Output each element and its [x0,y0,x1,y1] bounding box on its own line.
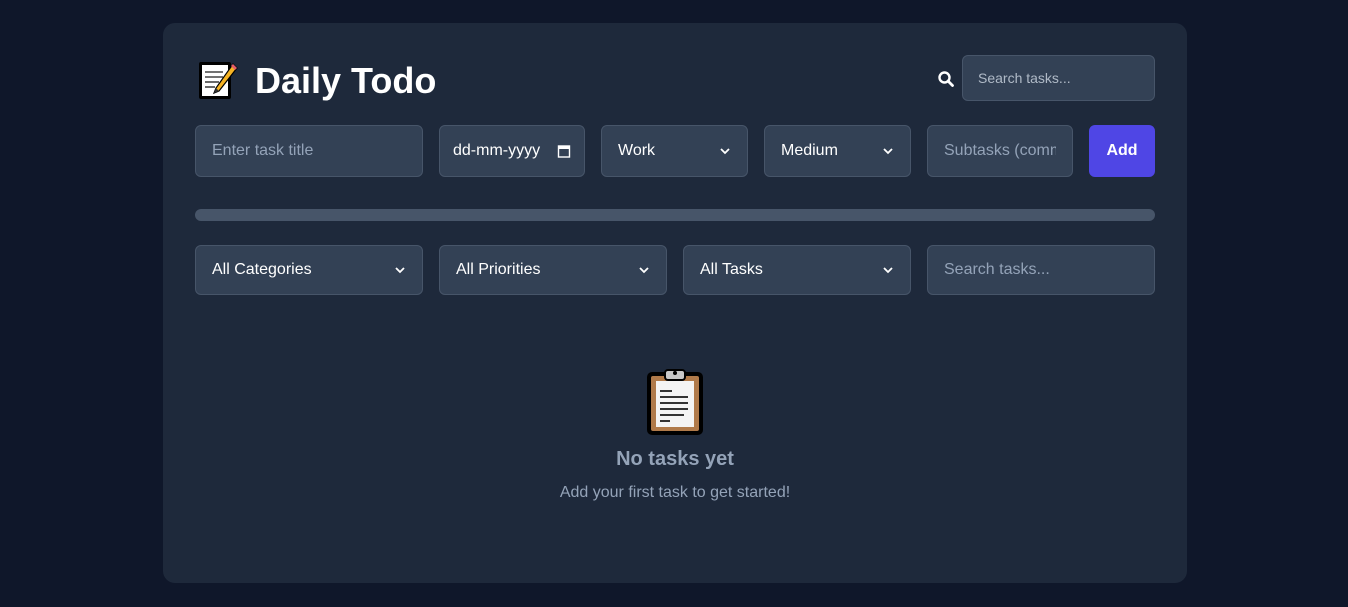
header: Daily Todo [195,55,1155,105]
filter-priority-select[interactable]: All Priorities [439,245,667,295]
add-task-button[interactable]: Add [1089,125,1155,177]
due-date-input[interactable]: dd-mm-yyyy [439,125,585,177]
filter-category-value: All Categories [212,261,312,278]
chevron-down-icon [883,267,893,274]
priority-select-value: Medium [781,142,838,159]
filter-priority-value: All Priorities [456,261,541,278]
filter-category-select[interactable]: All Categories [195,245,423,295]
empty-state-subtitle: Add your first task to get started! [559,484,791,501]
filter-search-input[interactable] [927,245,1155,295]
filter-status-value: All Tasks [700,261,763,278]
todo-card: Daily Todo dd-mm-yyyy Work Medium Add Al… [163,23,1187,583]
category-select[interactable]: Work [601,125,748,177]
filter-status-select[interactable]: All Tasks [683,245,911,295]
task-title-input[interactable] [195,125,423,177]
chevron-down-icon [720,148,730,155]
due-date-value: dd-mm-yyyy [453,142,541,159]
chevron-down-icon [639,267,649,274]
page-title: Daily Todo [255,60,437,101]
empty-state: No tasks yet Add your first task to get … [163,367,1187,502]
progress-bar [195,209,1155,221]
subtasks-input[interactable] [927,125,1073,177]
search-icon [938,71,954,87]
chevron-down-icon [395,267,405,274]
calendar-icon[interactable] [557,144,571,158]
chevron-down-icon [883,148,893,155]
priority-select[interactable]: Medium [764,125,911,177]
header-search-input[interactable] [962,55,1155,101]
empty-state-title: No tasks yet [616,448,734,470]
clipboard-icon [647,369,703,435]
memo-icon [199,62,238,99]
category-select-value: Work [618,142,656,159]
